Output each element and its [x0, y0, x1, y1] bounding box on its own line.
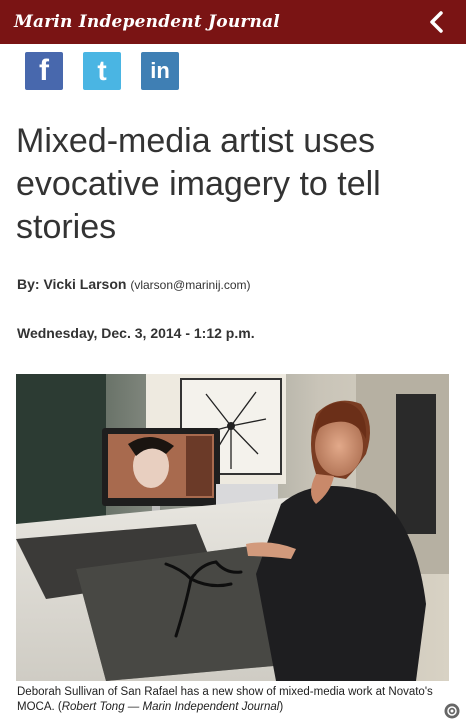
linkedin-share-button[interactable]: in [141, 52, 179, 90]
article-photo[interactable] [16, 374, 449, 681]
twitter-share-button[interactable]: t [83, 52, 121, 90]
publish-date: Wednesday, Dec. 3, 2014 - 1:12 p.m. [17, 325, 255, 341]
facebook-share-button[interactable]: f [25, 52, 63, 90]
twitter-icon: t [97, 55, 107, 86]
caption-credit: Robert Tong — Marin Independent Journal [61, 701, 280, 713]
back-button[interactable] [416, 0, 456, 44]
share-bar: f t in [25, 52, 179, 90]
photo-caption: Deborah Sullivan of San Rafael has a new… [17, 685, 442, 715]
masthead-logo[interactable]: Marin Independent Journal [14, 12, 280, 32]
author-name: By: Vicki Larson [17, 276, 127, 292]
top-bar: Marin Independent Journal [0, 0, 466, 44]
caption-close: ) [279, 701, 284, 713]
linkedin-icon: in [150, 58, 170, 83]
byline: By: Vicki Larson (vlarson@marinij.com) [17, 276, 251, 292]
settings-gear-icon[interactable] [444, 703, 460, 719]
author-email[interactable]: (vlarson@marinij.com) [130, 278, 250, 292]
article-headline: Mixed-media artist uses evocative imager… [16, 122, 381, 246]
facebook-icon: f [39, 54, 49, 87]
chevron-left-icon [430, 11, 443, 33]
